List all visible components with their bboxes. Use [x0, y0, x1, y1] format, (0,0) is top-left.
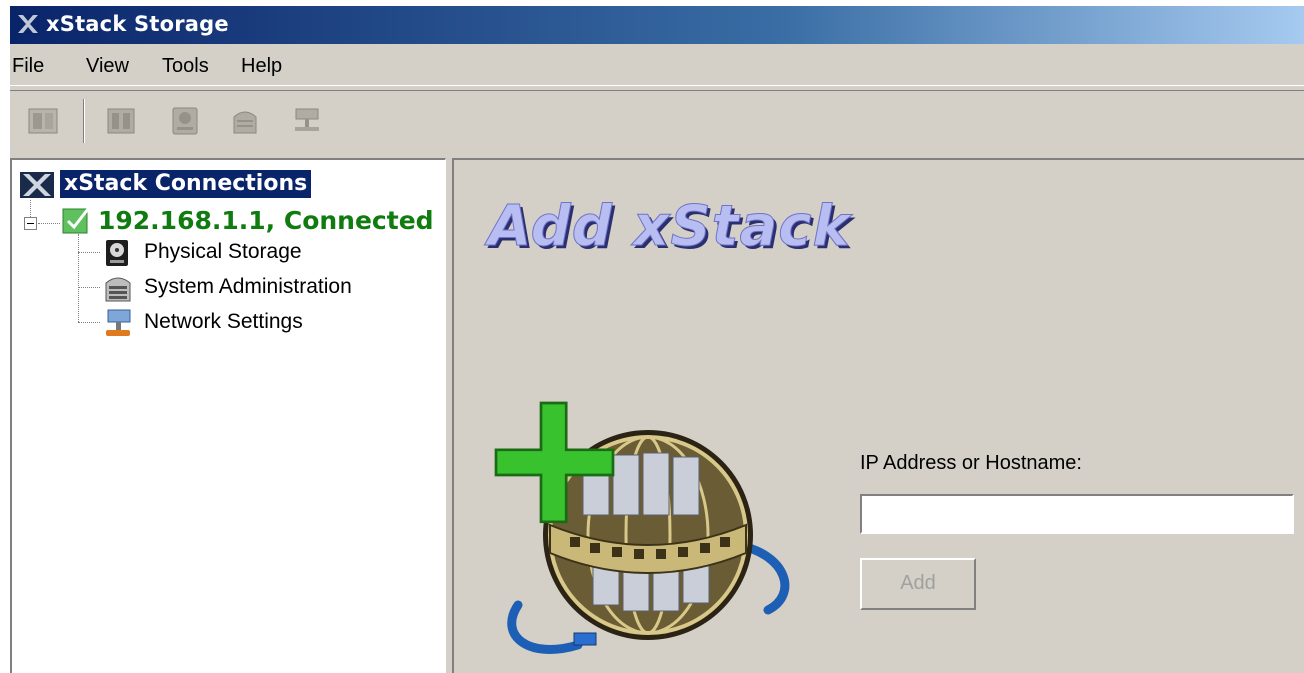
- tree-connector: [38, 223, 60, 224]
- tree-connector: [78, 287, 100, 288]
- toolbar: [10, 90, 1304, 152]
- menu-view[interactable]: View: [86, 55, 129, 78]
- xstack-connections-icon: [20, 172, 54, 198]
- tree-connector: [30, 200, 31, 217]
- tree-item-label: Physical Storage: [144, 240, 302, 263]
- menu-tools[interactable]: Tools: [162, 55, 209, 78]
- xstack-logo-icon: [16, 13, 40, 35]
- collapse-toggle[interactable]: [24, 217, 37, 230]
- title-bar[interactable]: xStack Storage: [10, 6, 1304, 44]
- server-icon[interactable]: [26, 105, 60, 137]
- network-node-icon: [106, 309, 131, 336]
- ip-address-input[interactable]: [860, 494, 1294, 534]
- physical-storage-icon[interactable]: [168, 105, 202, 137]
- connected-check-icon: [62, 208, 90, 234]
- disk-icon: [106, 240, 128, 266]
- connection-label: 192.168.1.1, Connected: [98, 206, 434, 235]
- app-window: xStack Storage File View Tools Help xSta…: [10, 6, 1304, 673]
- tree-connector: [78, 322, 100, 323]
- add-xstack-panel: Add xStack IP Address or Hostname: Add: [452, 158, 1304, 673]
- tree-connector: [78, 252, 100, 253]
- menu-bar: File View Tools Help: [10, 44, 1304, 86]
- menu-help[interactable]: Help: [241, 55, 282, 78]
- tree-connector: [78, 234, 79, 322]
- add-button[interactable]: Add: [860, 558, 976, 610]
- storage-array-icon[interactable]: [104, 105, 138, 137]
- system-admin-icon[interactable]: [228, 105, 262, 137]
- add-xstack-globe-icon: [494, 401, 790, 654]
- connections-tree-panel: xStack Connections 192.168.1.1, Connecte…: [10, 158, 446, 673]
- tree-root-label: xStack Connections: [60, 170, 312, 198]
- ip-address-label: IP Address or Hostname:: [860, 452, 1082, 474]
- toolbar-separator: [83, 99, 85, 143]
- menu-file[interactable]: File: [12, 55, 44, 78]
- network-icon[interactable]: [290, 105, 324, 137]
- page-title: Add xStack: [488, 194, 851, 260]
- window-title: xStack Storage: [46, 12, 229, 36]
- tree-item-label: Network Settings: [144, 310, 303, 333]
- server-rack-icon: [105, 277, 131, 302]
- tree-item-label: System Administration: [144, 275, 352, 298]
